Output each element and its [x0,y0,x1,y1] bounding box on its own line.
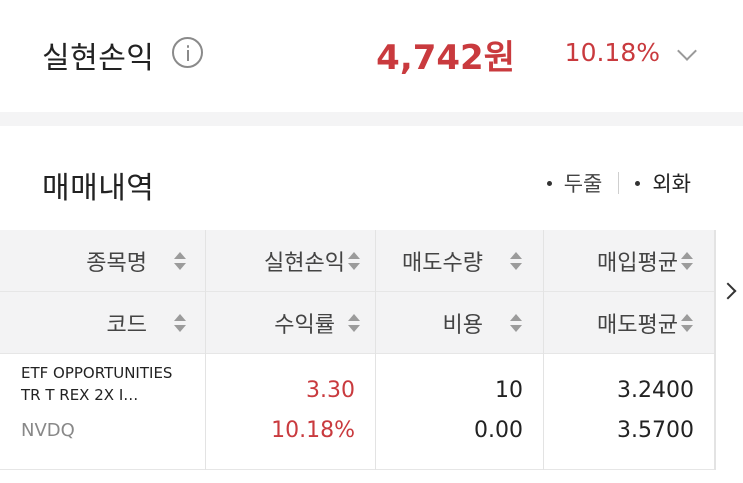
sort-icon [680,312,694,334]
table-row[interactable]: ETF OPPORTUNITIES TR T REX 2X I… NVDQ 3.… [0,354,715,470]
view-options: 두줄 외화 [546,168,691,198]
quantity-cell: 10 0.00 [376,354,544,470]
sort-header-sell-qty[interactable]: 매도수량 [376,230,544,292]
info-icon[interactable] [172,37,203,68]
sell-qty-value: 10 [495,378,523,403]
sort-icon [680,250,694,272]
header-label: 비용 [442,313,483,338]
header-label: 매도수량 [402,251,483,276]
summary-label: 실현손익 [42,41,155,76]
header-label: 코드 [106,313,147,338]
average-price-cell: 3.2400 3.5700 [544,354,715,470]
header-label: 수익률 [274,313,335,338]
cost-value: 0.00 [474,418,523,443]
avg-buy-value: 3.2400 [617,378,694,403]
sort-icon [173,250,187,272]
summary-rate: 10.18% [564,38,660,67]
chevron-down-icon[interactable] [677,41,697,61]
bullet-icon [635,180,641,186]
realized-pl-value: 3.30 [306,378,355,403]
realized-pl-cell: 3.30 10.18% [206,354,376,470]
trade-history-table: 종목명 실현손익 매도수량 매입평균 코드 수익률 비용 매도평균 ETF OP… [0,230,743,470]
stock-code: NVDQ [21,420,75,441]
sort-header-realized-pl[interactable]: 실현손익 [206,230,376,292]
stock-cell: ETF OPPORTUNITIES TR T REX 2X I… NVDQ [0,354,206,470]
sort-icon [509,250,523,272]
sort-icon [347,312,361,334]
chevron-right-icon [719,282,737,300]
sort-header-code[interactable]: 코드 [0,292,206,354]
sort-header-avg-sell[interactable]: 매도평균 [544,292,715,354]
stock-name: ETF OPPORTUNITIES TR T REX 2X I… [21,364,173,404]
realized-pl-summary: 실현손익 4,742원 10.18% [0,0,743,112]
sort-icon [347,250,361,272]
sort-icon [173,312,187,334]
sort-header-stock-name[interactable]: 종목명 [0,230,206,292]
header-label: 매도평균 [597,313,678,338]
trade-history-title: 매매내역 [42,171,155,206]
header-label: 매입평균 [597,251,678,276]
header-label: 종목명 [86,251,147,276]
summary-amount: 4,742원 [376,38,515,78]
bullet-icon [546,180,552,186]
sort-icon [509,312,523,334]
section-divider [0,112,743,126]
sort-header-cost[interactable]: 비용 [376,292,544,354]
table-header-row: 코드 수익률 비용 매도평균 [0,292,715,354]
option-foreign-currency-label: 외화 [652,172,691,196]
option-foreign-currency[interactable]: 외화 [635,168,691,198]
sort-header-avg-buy[interactable]: 매입평균 [544,230,715,292]
option-two-lines-label: 두줄 [563,172,603,196]
avg-sell-value: 3.5700 [617,418,694,443]
option-separator [618,172,620,194]
option-two-lines[interactable]: 두줄 [546,168,603,198]
scroll-right-button[interactable] [715,230,743,470]
return-rate-value: 10.18% [271,418,355,443]
header-label: 실현손익 [264,251,345,276]
table-header-row: 종목명 실현손익 매도수량 매입평균 [0,230,715,292]
sort-header-return-rate[interactable]: 수익률 [206,292,376,354]
